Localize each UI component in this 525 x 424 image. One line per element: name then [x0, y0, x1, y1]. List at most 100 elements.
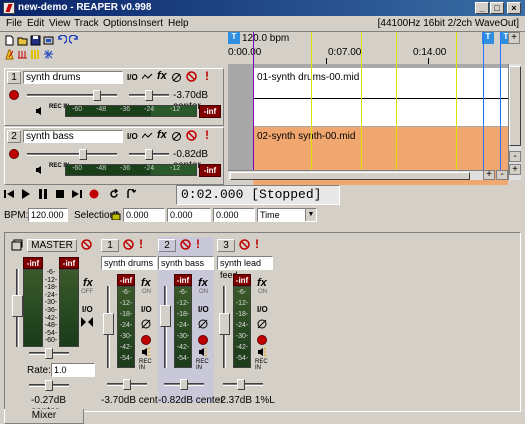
stop-icon[interactable]: [55, 189, 65, 199]
io-button[interactable]: I/O: [82, 305, 93, 314]
mute-icon[interactable]: [81, 239, 92, 250]
channel-pan-thumb[interactable]: [123, 379, 131, 390]
peak-indicator[interactable]: -inf: [199, 164, 221, 177]
solo-icon[interactable]: !: [139, 237, 143, 251]
speaker-icon[interactable]: [198, 347, 208, 357]
timeline-ruler[interactable]: T 120.0 bpm 0:00.00 0:07.00 0:14.00 T T …: [228, 32, 521, 64]
fx-button[interactable]: fx: [83, 277, 93, 289]
fx-button[interactable]: fx: [141, 277, 151, 289]
metronome-icon[interactable]: [4, 49, 15, 60]
chevron-down-icon[interactable]: ▼: [305, 209, 316, 221]
volume-thumb[interactable]: [93, 90, 101, 101]
mono-stereo-icon[interactable]: [81, 317, 93, 327]
mute-icon[interactable]: [123, 239, 134, 250]
menu-file[interactable]: File: [6, 18, 22, 29]
io-button[interactable]: I/O: [127, 73, 138, 82]
menu-edit[interactable]: Edit: [27, 18, 44, 29]
mute-icon[interactable]: [186, 71, 197, 82]
rec-in-label[interactable]: REC IN: [139, 359, 153, 371]
go-to-end-icon[interactable]: [72, 189, 82, 199]
menu-track[interactable]: Track: [74, 18, 99, 29]
channel-pan-thumb[interactable]: [180, 379, 188, 390]
channel-volume-thumb[interactable]: [219, 313, 230, 335]
solo-icon[interactable]: !: [196, 237, 200, 251]
envelope-icon[interactable]: [142, 73, 153, 81]
volume-thumb[interactable]: [79, 149, 87, 160]
playrate-thumb[interactable]: [45, 380, 53, 391]
hscroll-thumb[interactable]: [230, 172, 470, 180]
repeat-icon[interactable]: [109, 189, 119, 199]
timeline-zoom-button[interactable]: +: [508, 32, 520, 44]
track-name-field[interactable]: synth drums: [23, 71, 123, 84]
mixer-menu-icon[interactable]: [11, 239, 23, 251]
fx-button[interactable]: fx: [257, 277, 267, 289]
phase-icon[interactable]: [141, 319, 151, 329]
maximize-button[interactable]: □: [490, 2, 504, 14]
horizontal-scrollbar[interactable]: [228, 170, 483, 180]
mute-icon[interactable]: [180, 239, 191, 250]
record-arm-button[interactable]: [198, 335, 208, 345]
channel-volume-thumb[interactable]: [103, 313, 114, 335]
zoom-in-button[interactable]: +: [509, 164, 521, 175]
io-button[interactable]: I/O: [141, 305, 152, 314]
rec-in-label[interactable]: REC IN: [255, 359, 269, 371]
master-peak-right[interactable]: -inf: [59, 257, 79, 269]
time-mode-select[interactable]: Time ▼: [257, 208, 317, 222]
go-to-start-icon[interactable]: [4, 189, 14, 199]
channel-peak[interactable]: -inf: [117, 274, 135, 286]
channel-peak[interactable]: -inf: [174, 274, 192, 286]
mute-icon[interactable]: [239, 239, 250, 250]
new-project-icon[interactable]: [4, 35, 15, 46]
phase-icon[interactable]: [198, 319, 208, 329]
speaker-icon[interactable]: [35, 106, 45, 116]
io-button[interactable]: I/O: [127, 132, 138, 141]
play-icon[interactable]: [21, 189, 31, 199]
master-pan-thumb[interactable]: [45, 348, 53, 359]
speaker-icon[interactable]: [257, 347, 267, 357]
master-peak-left[interactable]: -inf: [23, 257, 43, 269]
solo-icon[interactable]: !: [205, 128, 209, 142]
record-arm-button[interactable]: [9, 90, 19, 100]
undo-icon[interactable]: [56, 35, 67, 46]
rec-in-label[interactable]: REC IN: [196, 359, 210, 371]
fx-button[interactable]: fx: [157, 70, 167, 82]
hzoom-in-button[interactable]: +: [483, 170, 495, 180]
peak-indicator[interactable]: -inf: [199, 105, 221, 118]
record-arm-button[interactable]: [9, 149, 19, 159]
phase-icon[interactable]: [171, 131, 182, 142]
channel-name-field[interactable]: synth lead feed: [217, 256, 273, 280]
io-button[interactable]: I/O: [257, 305, 268, 314]
track-number[interactable]: 1: [7, 71, 21, 84]
snap-icon[interactable]: [17, 49, 28, 60]
phase-icon[interactable]: [171, 72, 182, 83]
zoom-out-button[interactable]: -: [509, 151, 521, 162]
tempo-marker-icon[interactable]: T: [228, 32, 240, 44]
mixer-tab[interactable]: Mixer: [4, 409, 84, 424]
channel-number[interactable]: 2: [158, 239, 176, 252]
record-arm-button[interactable]: [257, 335, 267, 345]
record-arm-button[interactable]: [141, 335, 151, 345]
mute-icon[interactable]: [186, 130, 197, 141]
track-name-field[interactable]: synth bass: [23, 130, 123, 143]
track-number[interactable]: 2: [7, 130, 21, 143]
channel-number[interactable]: 3: [217, 239, 235, 252]
volume-slider[interactable]: [27, 94, 117, 97]
menu-options[interactable]: Options: [103, 18, 137, 29]
io-button[interactable]: I/O: [198, 305, 209, 314]
menu-help[interactable]: Help: [168, 18, 189, 29]
volume-slider[interactable]: [27, 153, 117, 156]
master-volume-thumb[interactable]: [12, 295, 23, 317]
channel-pan-thumb[interactable]: [237, 379, 245, 390]
channel-volume-slider[interactable]: [164, 286, 167, 368]
minimize-button[interactable]: _: [475, 2, 489, 14]
menu-insert[interactable]: Insert: [138, 18, 163, 29]
speaker-icon[interactable]: [141, 347, 151, 357]
solo-icon[interactable]: !: [205, 69, 209, 83]
scrollbar-thumb[interactable]: [509, 66, 521, 146]
open-project-icon[interactable]: [17, 35, 28, 46]
selection-length-input[interactable]: 0.000: [213, 208, 255, 222]
selection-end-input[interactable]: 0.000: [167, 208, 211, 222]
save-project-icon[interactable]: [30, 35, 41, 46]
pan-thumb[interactable]: [145, 149, 153, 160]
project-settings-icon[interactable]: [43, 35, 54, 46]
